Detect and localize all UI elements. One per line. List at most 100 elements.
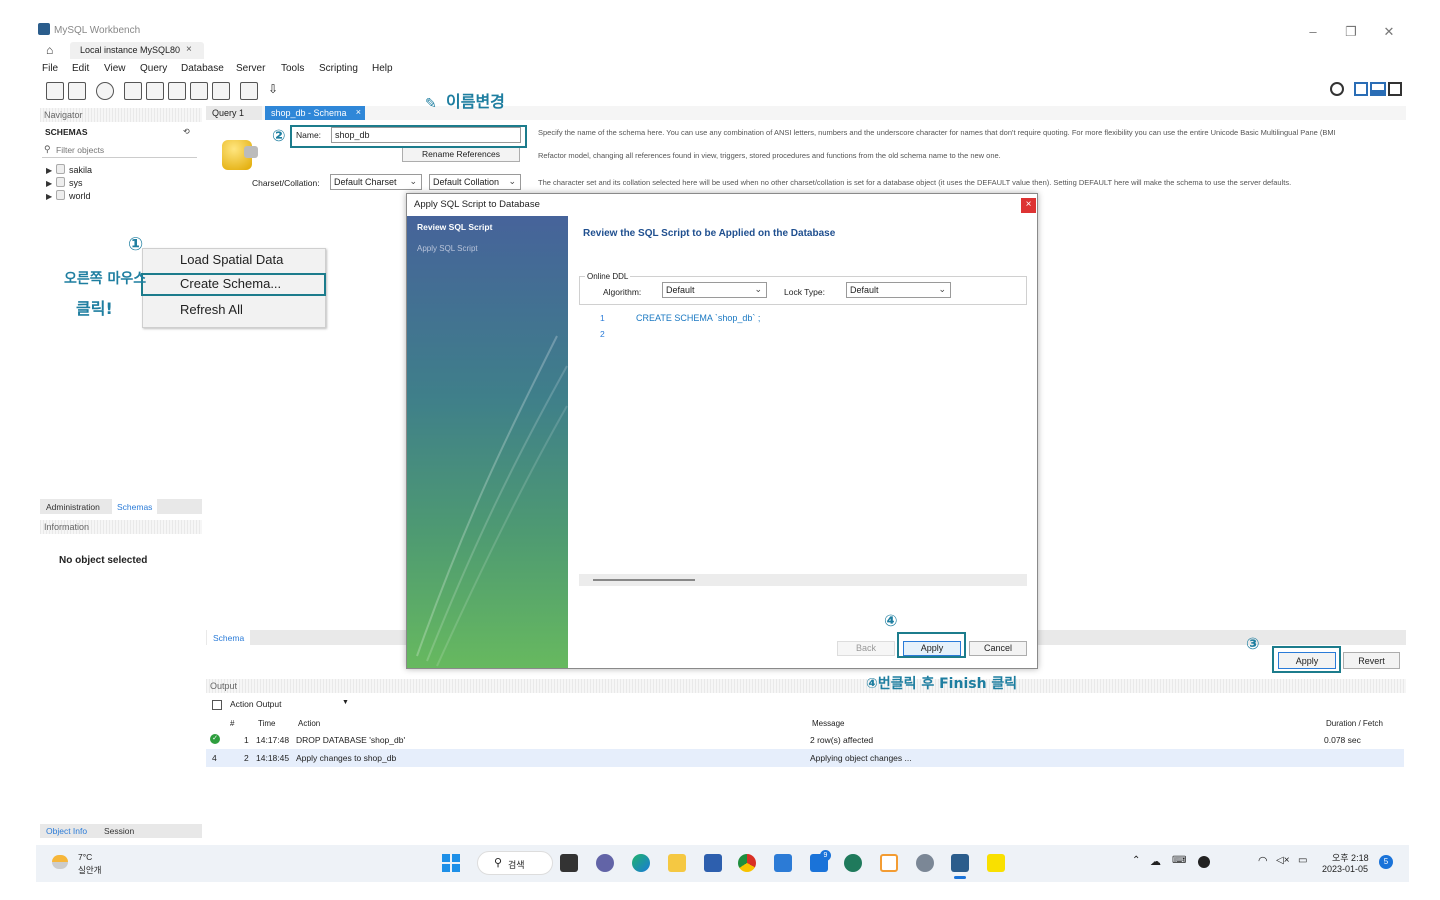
start-windows-icon[interactable] — [442, 854, 460, 872]
annotation-step-1: ① — [128, 234, 144, 255]
database-icon — [56, 164, 65, 174]
notification-badge[interactable]: 5 — [1379, 855, 1393, 869]
search-table-data-icon[interactable] — [240, 82, 258, 100]
connection-tab[interactable]: Local instance MySQL80 × — [70, 42, 204, 59]
mysql-workbench-taskbar-icon[interactable] — [951, 854, 969, 872]
menu-scripting[interactable]: Scripting — [319, 63, 358, 74]
filter-objects-input[interactable] — [56, 143, 196, 156]
kakaotalk-icon[interactable] — [987, 854, 1005, 872]
search-icon: ⚲ — [494, 857, 503, 869]
rename-references-button[interactable]: Rename References — [402, 147, 520, 162]
algorithm-select[interactable]: Default ⌄ — [662, 282, 767, 298]
minimize-icon[interactable]: – — [1298, 23, 1328, 41]
tab-close-icon[interactable]: × — [356, 107, 361, 117]
schemas-refresh-icon[interactable]: ⟲ — [183, 127, 190, 136]
toggle-output-icon[interactable] — [1370, 82, 1386, 96]
chat-icon[interactable] — [596, 854, 614, 872]
create-function-icon[interactable] — [212, 82, 230, 100]
settings-icon[interactable] — [916, 854, 934, 872]
task-view-icon[interactable] — [560, 854, 578, 872]
tray-chevron-icon[interactable]: ⌃ — [1132, 855, 1140, 866]
menu-view[interactable]: View — [104, 63, 126, 74]
tab-object-info[interactable]: Object Info — [46, 826, 87, 836]
keyboard-icon[interactable]: ⌨ — [1172, 855, 1186, 866]
menu-item-load-spatial-data[interactable]: Load Spatial Data — [180, 252, 283, 267]
battery-icon[interactable]: ▭ — [1298, 855, 1307, 866]
photos-icon[interactable] — [774, 854, 792, 872]
paint-icon[interactable] — [880, 854, 898, 872]
row-message: Applying object changes ... — [810, 753, 912, 763]
connection-tab-close-icon[interactable]: × — [186, 44, 192, 55]
sql-editor-scrollbar[interactable] — [579, 574, 1027, 586]
filter-box: ⚲ — [42, 143, 197, 158]
file-explorer-icon[interactable] — [668, 854, 686, 872]
dialog-back-button[interactable]: Back — [837, 641, 895, 656]
chrome-icon[interactable] — [738, 854, 756, 872]
close-icon[interactable]: ✕ — [1374, 23, 1404, 41]
clock-date[interactable]: 2023-01-05 — [1322, 864, 1368, 874]
tab-schemas[interactable]: Schemas — [112, 499, 158, 514]
new-sql-tab-icon[interactable] — [46, 82, 64, 100]
store-icon[interactable] — [704, 854, 722, 872]
tab-schema[interactable]: Schema — [207, 630, 251, 645]
reconnect-icon[interactable]: ⇩ — [268, 82, 286, 100]
menu-server[interactable]: Server — [236, 63, 265, 74]
volume-icon[interactable]: ◁× — [1276, 855, 1290, 866]
copy-output-icon[interactable] — [212, 700, 222, 710]
clock-time[interactable]: 오후 2:18 — [1332, 851, 1369, 864]
menu-database[interactable]: Database — [181, 63, 224, 74]
tab-query-1[interactable]: Query 1 — [206, 106, 262, 120]
wifi-icon[interactable]: ◠ — [1258, 854, 1268, 867]
collation-select[interactable]: Default Collation ⌄ — [429, 174, 521, 190]
create-procedure-icon[interactable] — [190, 82, 208, 100]
menu-file[interactable]: File — [42, 63, 58, 74]
search-label: 검색 — [508, 860, 525, 870]
expand-icon[interactable]: ▶ — [46, 166, 56, 175]
expand-icon[interactable]: ▶ — [46, 192, 56, 201]
wizard-sidebar: Review SQL Script Apply SQL Script — [407, 216, 568, 668]
table-row[interactable]: 4 2 14:18:45 Apply changes to shop_db Ap… — [206, 749, 1404, 767]
menu-help[interactable]: Help — [372, 63, 393, 74]
output-selector[interactable]: Action Output ▼ — [230, 699, 350, 712]
menu-query[interactable]: Query — [140, 63, 167, 74]
create-schema-icon[interactable] — [124, 82, 142, 100]
menu-item-refresh-all[interactable]: Refresh All — [180, 302, 243, 317]
menu-tools[interactable]: Tools — [281, 63, 304, 74]
dialog-cancel-button[interactable]: Cancel — [969, 641, 1027, 656]
create-view-icon[interactable] — [168, 82, 186, 100]
no-object-selected: No object selected — [59, 555, 148, 566]
edge-icon[interactable] — [632, 854, 650, 872]
tab-session[interactable]: Session — [104, 826, 134, 836]
schema-revert-button[interactable]: Revert — [1343, 652, 1400, 669]
home-icon[interactable]: ⌂ — [46, 43, 53, 57]
table-row[interactable]: ✓ 1 14:17:48 DROP DATABASE 'shop_db' 2 r… — [206, 731, 1404, 749]
schema-item-sys[interactable]: ▶ sys — [46, 177, 83, 188]
create-table-icon[interactable] — [146, 82, 164, 100]
schema-edit-badge-icon — [244, 146, 258, 158]
charset-select[interactable]: Default Charset ⌄ — [330, 174, 422, 190]
tray-app-icon[interactable] — [1198, 856, 1210, 868]
algorithm-label: Algorithm: — [603, 287, 642, 297]
onedrive-icon[interactable]: ☁ — [1150, 855, 1161, 868]
tab-administration[interactable]: Administration — [46, 502, 100, 512]
scrollbar-thumb[interactable] — [593, 579, 695, 581]
menu-edit[interactable]: Edit — [72, 63, 89, 74]
weather-icon[interactable] — [52, 855, 68, 869]
tab-query-1-label: Query 1 — [212, 108, 245, 118]
open-sql-script-icon[interactable] — [68, 82, 86, 100]
expand-icon[interactable]: ▶ — [46, 179, 56, 188]
mysql-shell-icon[interactable] — [844, 854, 862, 872]
taskbar-search[interactable]: ⚲ 검색 — [477, 851, 553, 875]
restore-icon[interactable]: ❐ — [1336, 23, 1366, 41]
dialog-close-button[interactable]: × — [1021, 198, 1036, 213]
tab-shop-db-schema[interactable]: shop_db - Schema × — [265, 106, 365, 120]
settings-gear-icon[interactable] — [1330, 82, 1344, 96]
sql-editor[interactable]: 1 2 CREATE SCHEMA `shop_db` ; — [579, 308, 1027, 588]
toggle-secondary-sidebar-icon[interactable] — [1388, 82, 1402, 96]
filter-search-icon: ⚲ — [44, 144, 51, 154]
lock-type-select[interactable]: Default ⌄ — [846, 282, 951, 298]
schema-item-sakila[interactable]: ▶ sakila — [46, 164, 92, 175]
schema-item-world[interactable]: ▶ world — [46, 190, 91, 201]
toggle-sidebar-icon[interactable] — [1354, 82, 1368, 96]
inspector-icon[interactable] — [96, 82, 114, 100]
